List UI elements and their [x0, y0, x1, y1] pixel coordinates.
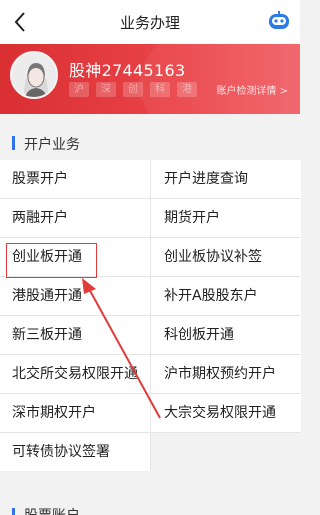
- account-check-link[interactable]: 账户检测详情 >: [216, 82, 288, 97]
- section-accent-bar: [12, 508, 15, 515]
- empty-cell: [151, 433, 301, 471]
- service-progress-query[interactable]: 开户进度查询: [151, 160, 301, 198]
- market-badge-sz: 深: [96, 82, 116, 97]
- service-chinext-activation[interactable]: 创业板开通: [0, 238, 150, 276]
- service-a-share-holder[interactable]: 补开A股股东户: [151, 277, 301, 315]
- service-chinext-agreement[interactable]: 创业板协议补签: [151, 238, 301, 276]
- top-bar: 业务办理: [0, 0, 300, 44]
- market-badges: 沪 深 创 科 港: [69, 82, 197, 97]
- username: 股神27445163: [69, 61, 186, 80]
- section-title: 股票账户: [24, 505, 80, 515]
- service-bse-permission[interactable]: 北交所交易权限开通: [0, 355, 150, 393]
- market-badge-hk: 港: [177, 82, 197, 97]
- service-margin-account[interactable]: 两融开户: [0, 199, 150, 237]
- section-title: 开户业务: [24, 137, 80, 153]
- service-hk-connect[interactable]: 港股通开通: [0, 277, 150, 315]
- robot-icon[interactable]: [268, 11, 290, 31]
- section-accent-bar: [12, 136, 15, 150]
- service-futures-account[interactable]: 期货开户: [151, 199, 301, 237]
- avatar[interactable]: [10, 51, 58, 99]
- service-star-market[interactable]: 科创板开通: [151, 316, 301, 354]
- service-neeq[interactable]: 新三板开通: [0, 316, 150, 354]
- section-header-stock-account: 股票账户: [0, 500, 300, 515]
- market-badge-star: 科: [150, 82, 170, 97]
- market-badge-chinext: 创: [123, 82, 143, 97]
- service-convertible-bond[interactable]: 可转债协议签署: [0, 433, 150, 471]
- service-block-trading[interactable]: 大宗交易权限开通: [151, 394, 301, 432]
- service-sh-options-booking[interactable]: 沪市期权预约开户: [151, 355, 301, 393]
- services-grid: 股票开户 开户进度查询 两融开户 期货开户 创业板开通 创业板协议补签 港股通开…: [0, 160, 301, 471]
- service-sz-options[interactable]: 深市期权开户: [0, 394, 150, 432]
- section-header-account-opening: 开户业务: [0, 128, 300, 160]
- market-badge-sh: 沪: [69, 82, 89, 97]
- profile-banner: 股神27445163 沪 深 创 科 港 账户检测详情 >: [0, 44, 300, 114]
- page-title: 业务办理: [119, 14, 180, 32]
- service-stock-account[interactable]: 股票开户: [0, 160, 150, 198]
